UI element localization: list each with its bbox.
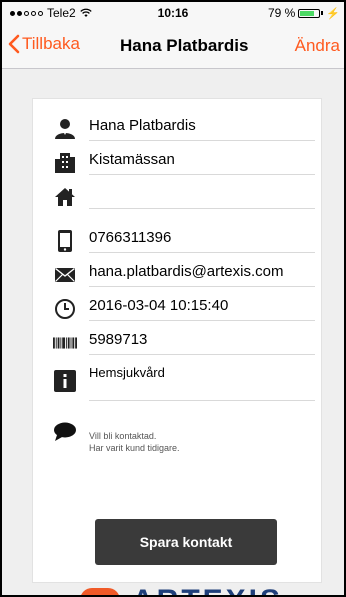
mail-icon <box>53 263 77 287</box>
address-field[interactable] <box>89 185 315 209</box>
info-icon <box>53 369 77 393</box>
phone-icon <box>53 229 77 253</box>
artexis-logo: ARTEXIS <box>81 584 283 597</box>
contact-row-info: Hemsjukvård <box>33 361 321 401</box>
contact-row-email: hana.platbardis@artexis.com <box>33 257 321 291</box>
company-field[interactable]: Kistamässan <box>89 151 315 175</box>
clock-icon <box>53 297 77 321</box>
battery-fill <box>300 10 315 16</box>
app-screen: Tele2 10:16 79 % ⚡ Tillbaka Hana Platbar… <box>0 0 346 597</box>
back-button[interactable]: Tillbaka <box>8 34 80 54</box>
phone-field[interactable]: 0766311396 <box>89 229 315 253</box>
contact-row-company: Kistamässan <box>33 145 321 179</box>
name-field[interactable]: Hana Platbardis <box>89 117 315 141</box>
datetime-field[interactable]: 2016-03-04 10:15:40 <box>89 297 315 321</box>
chevron-left-icon <box>8 34 20 54</box>
notes-text[interactable]: Vill bli kontaktad. Har varit kund tidig… <box>89 430 180 454</box>
person-icon <box>53 117 77 141</box>
note-line: Vill bli kontaktad. <box>89 431 157 441</box>
speech-bubble-icon <box>53 422 77 442</box>
battery-cap <box>321 11 324 15</box>
contact-row-barcode: 5989713 <box>33 325 321 359</box>
contact-row-name: Hana Platbardis <box>33 111 321 145</box>
battery-percent: 79 % <box>267 6 296 20</box>
battery-icon <box>298 8 321 18</box>
building-icon <box>53 151 77 175</box>
save-contact-button[interactable]: Spara kontakt <box>95 519 277 565</box>
barcode-icon <box>53 331 77 355</box>
edit-button[interactable]: Ändra <box>295 36 340 56</box>
status-right: 79 % ⚡ <box>268 6 340 20</box>
home-icon <box>53 185 77 209</box>
barcode-field[interactable]: 5989713 <box>89 331 315 355</box>
info-field[interactable]: Hemsjukvård <box>89 365 315 401</box>
status-bar: Tele2 10:16 79 % ⚡ <box>2 2 344 24</box>
contact-row-phone: 0766311396 <box>33 223 321 257</box>
note-line: Har varit kund tidigare. <box>89 443 180 453</box>
page-title: Hana Platbardis <box>120 36 249 55</box>
back-label: Tillbaka <box>22 34 80 53</box>
charging-icon: ⚡ <box>326 7 340 20</box>
navigation-bar: Tillbaka Hana Platbardis Ändra <box>2 24 344 69</box>
contact-row-address <box>33 179 321 213</box>
contact-card: Hana Platbardis Kistamässan 0766311396 h… <box>32 98 322 583</box>
email-field[interactable]: hana.platbardis@artexis.com <box>89 263 315 287</box>
contact-row-datetime: 2016-03-04 10:15:40 <box>33 291 321 325</box>
svg-text:ARTEXIS: ARTEXIS <box>132 584 283 597</box>
